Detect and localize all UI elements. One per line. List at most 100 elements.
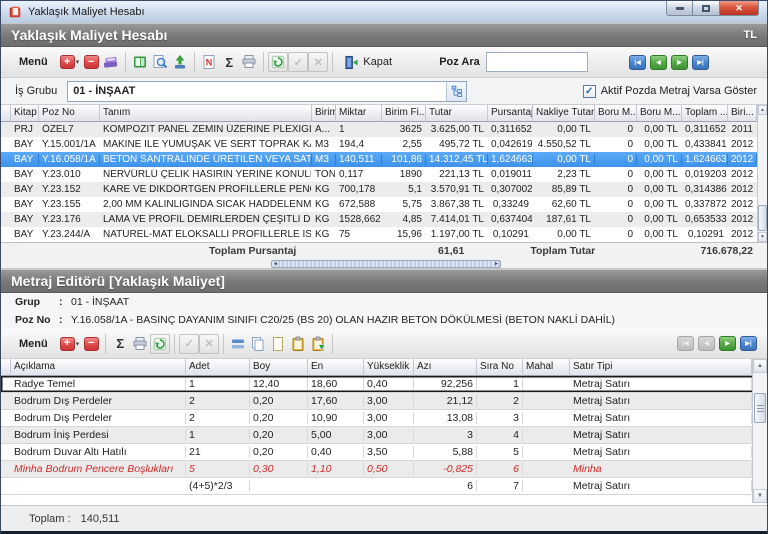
positions-vertical-scrollbar[interactable]: ▲ ▼ bbox=[757, 105, 767, 242]
title-bar[interactable]: Yaklaşık Maliyet Hesabı ✕ bbox=[1, 1, 767, 23]
nav-prev-button[interactable]: ◀ bbox=[698, 336, 715, 351]
metraj-refresh-button[interactable] bbox=[150, 333, 171, 354]
books-button[interactable] bbox=[101, 51, 121, 73]
cell-boy[interactable]: 0,20 bbox=[250, 395, 308, 407]
cell-en[interactable]: 0,40 bbox=[308, 446, 364, 458]
preview-button[interactable] bbox=[150, 51, 170, 73]
scroll-up-icon[interactable]: ▲ bbox=[758, 105, 767, 115]
paste-button[interactable] bbox=[308, 333, 328, 355]
table-row[interactable]: BAY Y.23.176 LAMA VE PROFİL DEMİRLERDEN … bbox=[1, 212, 767, 227]
cancel-button[interactable]: ✕ bbox=[308, 52, 329, 72]
table-row[interactable]: BAY Y.23.244/A NATUREL-MAT ELOKSALLI PRO… bbox=[1, 227, 767, 242]
cell-en[interactable]: 5,00 bbox=[308, 429, 364, 441]
col-yukseklik[interactable]: Yükseklik bbox=[364, 359, 414, 376]
col-pozno[interactable]: Poz No bbox=[39, 105, 100, 122]
cell-azi[interactable]: 92,256 bbox=[414, 378, 477, 390]
col-boy[interactable]: Boy bbox=[250, 359, 308, 376]
scroll-left-icon[interactable]: ◄ bbox=[272, 261, 279, 267]
cell-en[interactable]: 18,60 bbox=[308, 378, 364, 390]
cell-adet[interactable]: 5 bbox=[186, 463, 250, 475]
metraj-vertical-scrollbar[interactable]: ▲ ▼ bbox=[752, 359, 767, 503]
cell-sirano[interactable]: 3 bbox=[477, 412, 523, 424]
scroll-right-icon[interactable]: ► bbox=[493, 261, 500, 267]
cell-aciklama[interactable]: Bodrum Duvar Altı Hatılı bbox=[11, 446, 186, 458]
cell-satirtipi[interactable]: Metraj Satırı bbox=[570, 429, 752, 441]
cell-boy[interactable]: 0,20 bbox=[250, 429, 308, 441]
cell-yukseklik[interactable]: 3,50 bbox=[364, 446, 414, 458]
col-sirano[interactable]: Sıra No bbox=[477, 359, 523, 376]
delete-row-button[interactable]: − bbox=[81, 51, 101, 73]
poz-ara-input[interactable] bbox=[485, 52, 588, 72]
cell-adet[interactable]: 2 bbox=[186, 395, 250, 407]
scrollbar-thumb[interactable] bbox=[758, 205, 767, 231]
maximize-button[interactable] bbox=[693, 1, 719, 16]
col-birimfi[interactable]: Birim Fi... bbox=[382, 105, 426, 122]
scrollbar-thumb[interactable] bbox=[754, 393, 766, 423]
metraj-filter-checkbox-group[interactable]: ✓ Aktif Pozda Metraj Varsa Göster bbox=[582, 84, 759, 98]
cell-yukseklik[interactable]: 0,50 bbox=[364, 463, 414, 475]
cell-sirano[interactable]: 2 bbox=[477, 395, 523, 407]
cell-azi[interactable]: -0,825 bbox=[414, 463, 477, 475]
cell-aciklama[interactable]: Radye Temel bbox=[11, 378, 186, 390]
cell-yukseklik[interactable]: 0,40 bbox=[364, 378, 414, 390]
col-pursantaj[interactable]: Pursantaj bbox=[488, 105, 533, 122]
table-row[interactable]: PRJ ÖZEL7 KOMPOZİT PANEL ZEMİN ÜZERİNE P… bbox=[1, 122, 767, 137]
cell-en[interactable]: 10,90 bbox=[308, 412, 364, 424]
print-button[interactable] bbox=[239, 51, 259, 73]
cell-satirtipi[interactable]: Minha bbox=[570, 463, 752, 475]
col-en[interactable]: En bbox=[308, 359, 364, 376]
is-grubu-combo[interactable]: 01 - İNŞAAT bbox=[67, 80, 468, 102]
col-mahal[interactable]: Mahal bbox=[523, 359, 570, 376]
merge-button[interactable] bbox=[228, 333, 248, 355]
cell-aciklama[interactable]: Minha Bodrum Pencere Boşlukları bbox=[11, 463, 186, 475]
nav-first-button[interactable]: |◀ bbox=[677, 336, 694, 351]
table-row[interactable]: Bodrum Dış Perdeler 2 0,20 17,60 3,00 21… bbox=[1, 393, 767, 410]
col-satirtipi[interactable]: Satır Tipi bbox=[570, 359, 752, 376]
cell-azi[interactable]: 5,88 bbox=[414, 446, 477, 458]
metraj-sum-button[interactable]: Σ bbox=[110, 333, 130, 355]
col-azi[interactable]: Azı bbox=[414, 359, 477, 376]
cell-en[interactable]: 17,60 bbox=[308, 395, 364, 407]
metraj-print-button[interactable] bbox=[130, 333, 150, 355]
cell-sirano[interactable]: 1 bbox=[477, 378, 523, 390]
cell-yukseklik[interactable]: 3,00 bbox=[364, 429, 414, 441]
cell-aciklama[interactable]: Bodrum Dış Perdeler bbox=[11, 412, 186, 424]
cell-adet[interactable]: (4+5)*2/3 bbox=[186, 480, 250, 492]
cell-en[interactable]: 1,10 bbox=[308, 463, 364, 475]
metraj-menu-button[interactable]: Menü bbox=[9, 335, 58, 353]
pozbook-button[interactable] bbox=[130, 51, 150, 73]
cell-satirtipi[interactable]: Metraj Satırı bbox=[570, 378, 752, 390]
cell-sirano[interactable]: 5 bbox=[477, 446, 523, 458]
nav-next-button[interactable]: ▶ bbox=[670, 54, 688, 70]
cell-sirano[interactable]: 6 bbox=[477, 463, 523, 475]
nav-next-button[interactable]: ▶ bbox=[719, 336, 736, 351]
table-row[interactable]: BAY Y.16.058/1A BETON SANTRALİNDE ÜRETİL… bbox=[1, 152, 767, 167]
col-miktar[interactable]: Miktar bbox=[336, 105, 382, 122]
cell-sirano[interactable]: 4 bbox=[477, 429, 523, 441]
table-row[interactable]: (4+5)*2/3 6 7 Metraj Satırı bbox=[1, 478, 767, 495]
cell-boy[interactable]: 0,20 bbox=[250, 446, 308, 458]
kapat-button[interactable]: Kapat bbox=[337, 52, 398, 72]
note-button[interactable]: N bbox=[199, 51, 219, 73]
cell-adet[interactable]: 2 bbox=[186, 412, 250, 424]
scroll-up-icon[interactable]: ▲ bbox=[753, 359, 767, 373]
scroll-down-icon[interactable]: ▼ bbox=[753, 489, 767, 503]
cell-satirtipi[interactable]: Metraj Satırı bbox=[570, 412, 752, 424]
cell-boy[interactable]: 0,20 bbox=[250, 412, 308, 424]
col-adet[interactable]: Adet bbox=[186, 359, 250, 376]
cell-adet[interactable]: 1 bbox=[186, 429, 250, 441]
table-row[interactable]: BAY Y.23.010 NERVÜRLÜ ÇELİK HASIRIN YERİ… bbox=[1, 167, 767, 182]
minimize-button[interactable] bbox=[666, 1, 693, 16]
metraj-delete-button[interactable]: − bbox=[81, 333, 101, 355]
table-row[interactable]: Bodrum İniş Perdesi 1 0,20 5,00 3,00 3 4… bbox=[1, 427, 767, 444]
nav-first-button[interactable]: |◀ bbox=[628, 54, 646, 70]
cell-satirtipi[interactable]: Metraj Satırı bbox=[570, 480, 752, 492]
cell-yukseklik[interactable]: 3,00 bbox=[364, 395, 414, 407]
tree-select-button[interactable] bbox=[446, 81, 467, 101]
nav-last-button[interactable]: ▶| bbox=[691, 54, 709, 70]
nav-last-button[interactable]: ▶| bbox=[740, 336, 757, 351]
col-nakliye[interactable]: Nakliye Tutarı bbox=[533, 105, 595, 122]
scroll-down-icon[interactable]: ▼ bbox=[758, 232, 767, 242]
cell-aciklama[interactable]: Bodrum Dış Perdeler bbox=[11, 395, 186, 407]
table-row[interactable]: BAY Y.23.152 KARE VE DİKDÖRTGEN PROFİLLE… bbox=[1, 182, 767, 197]
